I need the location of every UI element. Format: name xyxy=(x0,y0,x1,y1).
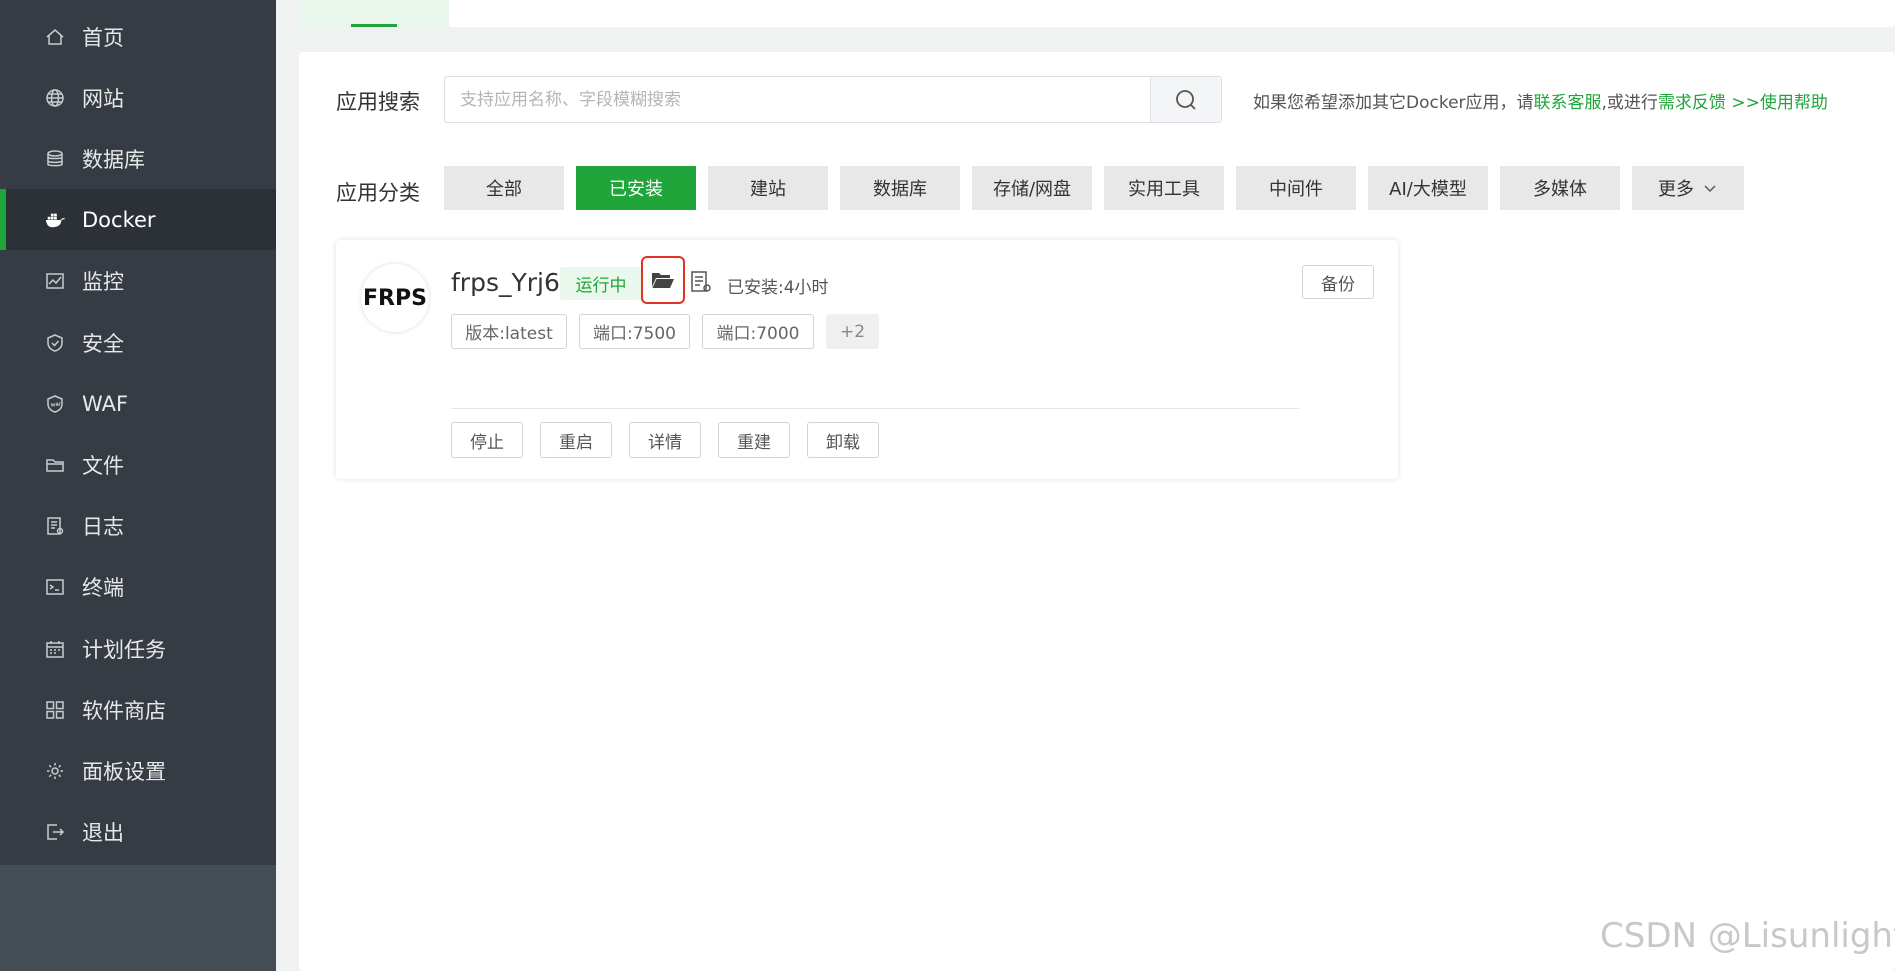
calendar-icon xyxy=(45,639,65,659)
top-tab-active[interactable] xyxy=(299,0,449,27)
sidebar-item-logs[interactable]: 日志 xyxy=(0,495,276,556)
sidebar-item-logout[interactable]: 退出 xyxy=(0,801,276,862)
sidebar-item-label: 计划任务 xyxy=(82,637,166,662)
backup-button[interactable]: 备份 xyxy=(1302,265,1374,299)
apps-grid-icon xyxy=(45,700,65,720)
sidebar-item-label: 首页 xyxy=(82,25,124,50)
docker-icon xyxy=(45,210,65,230)
category-more[interactable]: 更多 xyxy=(1632,166,1744,210)
sidebar-item-label: Docker xyxy=(82,207,156,232)
details-button[interactable]: 详情 xyxy=(629,422,701,458)
folder-icon xyxy=(45,455,65,475)
sidebar-item-docker[interactable]: Docker xyxy=(0,189,276,250)
sidebar-item-label: 网站 xyxy=(82,86,124,111)
tag-port: 端口:7000 xyxy=(702,314,814,349)
category-label: 应用分类 xyxy=(336,181,420,205)
sidebar-item-label: WAF xyxy=(82,391,129,416)
sidebar-item-label: 软件商店 xyxy=(82,698,166,723)
open-directory-button[interactable] xyxy=(641,256,685,304)
log-icon xyxy=(45,516,65,536)
terminal-icon xyxy=(45,577,65,597)
category-middleware[interactable]: 中间件 xyxy=(1236,166,1356,210)
sidebar-item-label: 退出 xyxy=(82,820,124,845)
card-divider xyxy=(451,408,1299,409)
sidebar: 首页 网站 数据库 Docker 监控 安全 WAF 文件 日志 终端 计划任务… xyxy=(0,0,276,971)
waf-shield-icon xyxy=(45,394,65,414)
help-hint: 如果您希望添加其它Docker应用，请联系客服,或进行需求反馈 >>使用帮助 xyxy=(1253,88,1828,113)
tag-port: 端口:7500 xyxy=(579,314,690,349)
category-storage[interactable]: 存储/网盘 xyxy=(972,166,1092,210)
sidebar-item-label: 终端 xyxy=(82,575,124,600)
tag-more[interactable]: +2 xyxy=(826,314,879,349)
category-site[interactable]: 建站 xyxy=(708,166,828,210)
sidebar-item-label: 数据库 xyxy=(82,147,145,172)
sidebar-item-label: 日志 xyxy=(82,514,124,539)
search-icon xyxy=(1176,89,1196,110)
contact-support-link[interactable]: 联系客服 xyxy=(1534,93,1602,113)
search-button[interactable] xyxy=(1150,77,1221,122)
watermark: CSDN @Lisunlight xyxy=(1600,916,1895,956)
category-tools[interactable]: 实用工具 xyxy=(1104,166,1224,210)
database-icon xyxy=(45,149,65,169)
status-badge: 运行中 xyxy=(560,267,642,300)
sidebar-item-home[interactable]: 首页 xyxy=(0,6,276,67)
active-tab-indicator xyxy=(351,24,397,27)
sidebar-item-settings[interactable]: 面板设置 xyxy=(0,740,276,801)
sidebar-item-terminal[interactable]: 终端 xyxy=(0,556,276,617)
help-link[interactable]: >>使用帮助 xyxy=(1726,93,1828,113)
top-tab-bar xyxy=(299,0,1895,27)
sidebar-item-store[interactable]: 软件商店 xyxy=(0,679,276,740)
sidebar-item-label: 监控 xyxy=(82,269,124,294)
app-logo: FRPS xyxy=(361,264,429,332)
sidebar-item-waf[interactable]: WAF xyxy=(0,373,276,434)
home-icon xyxy=(45,27,65,47)
sidebar-menu: 首页 网站 数据库 Docker 监控 安全 WAF 文件 日志 终端 计划任务… xyxy=(0,0,276,865)
sidebar-item-security[interactable]: 安全 xyxy=(0,312,276,373)
stop-button[interactable]: 停止 xyxy=(451,422,523,458)
folder-open-icon xyxy=(652,273,674,288)
sidebar-item-website[interactable]: 网站 xyxy=(0,67,276,128)
gear-icon xyxy=(45,761,65,781)
category-all[interactable]: 全部 xyxy=(444,166,564,210)
sidebar-item-cron[interactable]: 计划任务 xyxy=(0,618,276,679)
hint-text: 如果您希望添加其它Docker应用，请 xyxy=(1253,93,1534,113)
feedback-link[interactable]: 需求反馈 xyxy=(1658,93,1726,113)
sidebar-item-monitor[interactable]: 监控 xyxy=(0,250,276,311)
logout-icon xyxy=(45,822,65,842)
app-log-icon[interactable] xyxy=(690,270,712,294)
category-more-label: 更多 xyxy=(1658,179,1694,200)
uninstall-button[interactable]: 卸载 xyxy=(807,422,879,458)
globe-icon xyxy=(45,88,65,108)
monitor-icon xyxy=(45,271,65,291)
category-ai[interactable]: AI/大模型 xyxy=(1368,166,1488,210)
restart-button[interactable]: 重启 xyxy=(540,422,612,458)
shield-icon xyxy=(45,333,65,353)
search-label: 应用搜索 xyxy=(336,90,420,114)
sidebar-item-database[interactable]: 数据库 xyxy=(0,128,276,189)
sidebar-item-label: 面板设置 xyxy=(82,759,166,784)
category-database[interactable]: 数据库 xyxy=(840,166,960,210)
search-input[interactable] xyxy=(445,77,1152,122)
category-media[interactable]: 多媒体 xyxy=(1500,166,1620,210)
sidebar-item-label: 安全 xyxy=(82,331,124,356)
sidebar-item-label: 文件 xyxy=(82,453,124,478)
chevron-down-icon xyxy=(1704,185,1716,193)
tag-version: 版本:latest xyxy=(451,314,567,349)
search-box xyxy=(444,76,1222,123)
install-time: 已安装:4小时 xyxy=(727,278,829,298)
rebuild-button[interactable]: 重建 xyxy=(718,422,790,458)
sidebar-item-files[interactable]: 文件 xyxy=(0,434,276,495)
app-name: frps_Yrj6 xyxy=(451,268,560,297)
category-installed[interactable]: 已安装 xyxy=(576,166,696,210)
hint-text: ,或进行 xyxy=(1601,93,1658,113)
